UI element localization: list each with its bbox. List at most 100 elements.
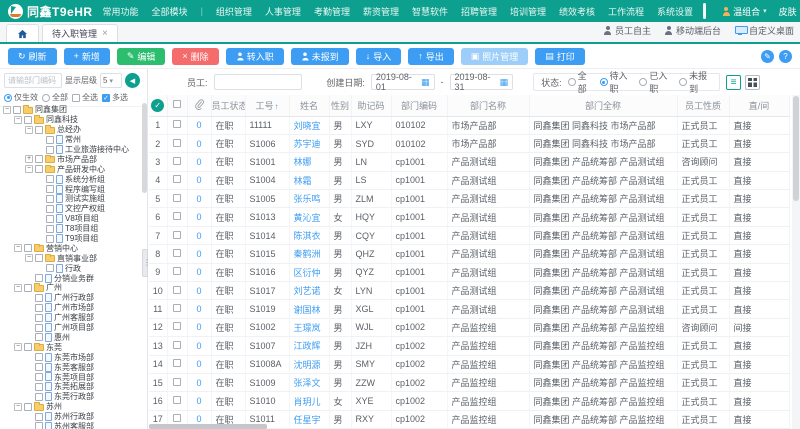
status-option-4[interactable]: 未报到: [679, 69, 712, 95]
topmenu-item-3[interactable]: 组织管理: [216, 5, 252, 18]
tree-checkbox[interactable]: [46, 205, 54, 213]
checkbox-icon[interactable]: [72, 94, 80, 102]
attachment-count-link[interactable]: 0: [196, 194, 201, 204]
attachment-count-link[interactable]: 0: [196, 322, 201, 332]
status-option-1[interactable]: 全部: [568, 69, 593, 95]
table-row[interactable]: 130在职S1007江政辉男JZHcp1002产品监控组同鑫集团 产品统筹部 产…: [149, 337, 789, 355]
column-header-num[interactable]: ✓: [149, 95, 167, 116]
date-to-input[interactable]: 2019-08-31 ▦: [450, 74, 514, 90]
calendar-icon[interactable]: ▦: [500, 77, 509, 88]
attachment-count-link[interactable]: 0: [196, 286, 201, 296]
employee-self-service-link[interactable]: 员工自主: [604, 24, 651, 37]
tree-checkbox[interactable]: [35, 373, 43, 381]
tree-checkbox[interactable]: [24, 284, 32, 292]
tree-checkbox[interactable]: [24, 244, 32, 252]
collapse-icon[interactable]: −: [14, 343, 22, 351]
tree-checkbox[interactable]: [46, 175, 54, 183]
tree-checkbox[interactable]: [35, 254, 43, 262]
table-row[interactable]: 50在职S1005张乐鸣男ZLMcp1001产品测试组同鑫集团 产品统筹部 产品…: [149, 190, 789, 208]
collapse-icon[interactable]: −: [14, 284, 22, 292]
row-checkbox[interactable]: [173, 175, 181, 183]
radio-icon[interactable]: [568, 78, 576, 86]
topmenu-item-4[interactable]: 人事管理: [265, 5, 301, 18]
table-row[interactable]: 110在职S1019谢国林男XGLcp1001产品测试组同鑫集团 产品统筹部 产…: [149, 300, 789, 318]
topmenu-item-5[interactable]: 考勤管理: [314, 5, 350, 18]
attachment-count-link[interactable]: 0: [196, 378, 201, 388]
column-header-emp_nature[interactable]: 员工性质: [677, 95, 729, 116]
topmenu-item-12[interactable]: 系统设置: [657, 5, 693, 18]
table-horizontal-scrollbar[interactable]: [149, 424, 449, 429]
custom-desktop-link[interactable]: 自定义桌面: [735, 24, 794, 37]
list-view-toggle[interactable]: ≡: [726, 75, 741, 90]
tree-checkbox[interactable]: [35, 413, 43, 421]
topmenu-item-9[interactable]: 培训管理: [510, 5, 546, 18]
column-header-empno[interactable]: 工号↑: [245, 95, 289, 116]
tree-checkbox[interactable]: [35, 363, 43, 371]
topmenu-item-1[interactable]: 常用功能: [103, 5, 139, 18]
tab-home[interactable]: [6, 24, 39, 42]
panel-splitter[interactable]: ⋮: [142, 249, 148, 277]
employee-name-link[interactable]: 江政辉: [289, 337, 329, 355]
column-header-dept_full[interactable]: 部门全称: [529, 95, 677, 116]
checkbox-icon[interactable]: ✓: [102, 94, 110, 102]
employee-name-link[interactable]: 刘晓宜: [289, 116, 329, 134]
select-menu-icon[interactable]: ✓: [151, 99, 164, 112]
employee-name-link[interactable]: 陈淇衣: [289, 226, 329, 244]
tree-node[interactable]: 惠州: [3, 332, 141, 342]
table-row[interactable]: 70在职S1014陈淇衣男CQYcp1001产品测试组同鑫集团 产品统筹部 产品…: [149, 226, 789, 244]
toolbar-button-2[interactable]: +新增: [64, 48, 110, 65]
table-row[interactable]: 80在职S1015秦鹤洲男QHZcp1001产品测试组同鑫集团 产品统筹部 产品…: [149, 245, 789, 263]
attachment-count-link[interactable]: 0: [196, 120, 201, 130]
collapse-icon[interactable]: −: [25, 126, 33, 134]
check-option-1[interactable]: 全选: [72, 92, 98, 103]
toolbar-button-6[interactable]: 未报到: [291, 48, 349, 65]
toolbar-button-4[interactable]: ×删除: [172, 48, 218, 65]
row-checkbox[interactable]: [173, 414, 181, 422]
row-checkbox[interactable]: [173, 120, 181, 128]
employee-filter-input[interactable]: [214, 74, 302, 90]
table-row[interactable]: 120在职S1002王璟岚男WJLcp1002产品监控组同鑫集团 产品统筹部 产…: [149, 318, 789, 336]
employee-name-link[interactable]: 肖玥儿: [289, 392, 329, 410]
row-checkbox[interactable]: [173, 322, 181, 330]
tree-checkbox[interactable]: [46, 136, 54, 144]
table-row[interactable]: 10在职11111刘晓宜男LXY010102市场产品部同鑫集团 同鑫科技 市场产…: [149, 116, 789, 134]
user-menu[interactable]: 温组合 ▾: [722, 5, 767, 18]
expand-icon[interactable]: +: [25, 155, 33, 163]
row-checkbox[interactable]: [173, 194, 181, 202]
tree-checkbox[interactable]: [13, 106, 21, 114]
collapse-sidebar-button[interactable]: ◀: [125, 73, 140, 88]
topmenu-item-10[interactable]: 绩效考核: [559, 5, 595, 18]
row-checkbox[interactable]: [173, 249, 181, 257]
tree-node[interactable]: 分销业务群: [3, 273, 141, 283]
tree-checkbox[interactable]: [46, 185, 54, 193]
tree-checkbox[interactable]: [46, 215, 54, 223]
tab-pending-onboard[interactable]: 待入职管理 ×: [42, 24, 118, 42]
radio-icon[interactable]: [42, 94, 50, 102]
tree-node[interactable]: 广州项目部: [3, 323, 141, 333]
sidebar-scrollbar[interactable]: [142, 103, 147, 193]
collapse-icon[interactable]: −: [3, 106, 11, 114]
row-checkbox[interactable]: [173, 286, 181, 294]
attachment-count-link[interactable]: 0: [196, 414, 201, 424]
tree-checkbox[interactable]: [46, 146, 54, 154]
topmenu-item-6[interactable]: 薪资管理: [363, 5, 399, 18]
column-header-check[interactable]: [167, 95, 187, 116]
tree-checkbox[interactable]: [35, 294, 43, 302]
tree-checkbox[interactable]: [24, 116, 32, 124]
sort-ascending-icon[interactable]: ↑: [275, 102, 279, 111]
employee-name-link[interactable]: 张乐鸣: [289, 190, 329, 208]
toolbar-button-7[interactable]: ↓导入: [356, 48, 402, 65]
tree-node[interactable]: 东莞行政部: [3, 392, 141, 402]
radio-icon[interactable]: [600, 78, 608, 86]
tree-checkbox[interactable]: [46, 225, 54, 233]
date-from-input[interactable]: 2019-08-01 ▦: [371, 74, 435, 90]
tree-checkbox[interactable]: [35, 126, 43, 134]
table-row[interactable]: 100在职S1017刘艺诺女LYNcp1001产品测试组同鑫集团 产品统筹部 产…: [149, 282, 789, 300]
attachment-count-link[interactable]: 0: [196, 304, 201, 314]
collapse-icon[interactable]: −: [25, 254, 33, 262]
radio-icon[interactable]: [4, 94, 12, 102]
tree-checkbox[interactable]: [46, 195, 54, 203]
attachment-count-link[interactable]: 0: [196, 157, 201, 167]
toolbar-button-10[interactable]: ▤打印: [535, 48, 585, 65]
attachment-count-link[interactable]: 0: [196, 212, 201, 222]
